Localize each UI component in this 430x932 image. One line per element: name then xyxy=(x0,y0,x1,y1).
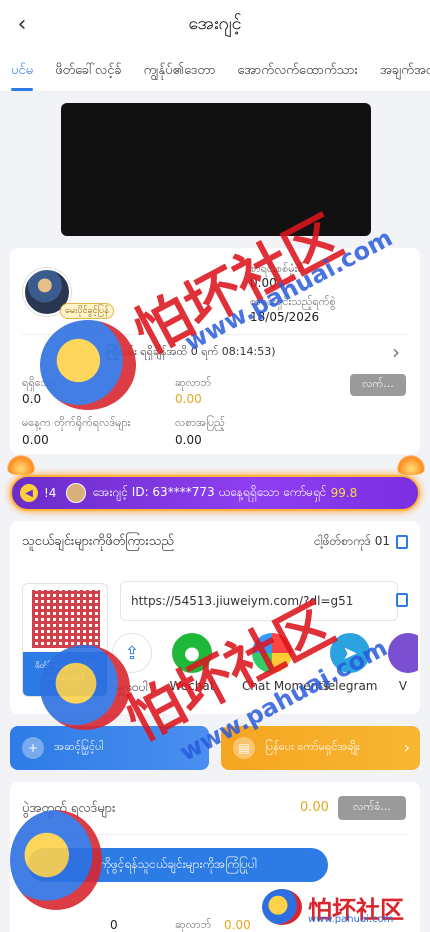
team-reward-value: 0.00 xyxy=(224,918,251,932)
tab-info[interactable]: အချက်အလက် xyxy=(369,48,430,91)
share-option-viber[interactable]: V xyxy=(388,633,418,693)
divider xyxy=(22,334,408,335)
stat-salary-label: လစာအပြည့် xyxy=(175,416,225,429)
back-arrow-icon[interactable]: ‹ xyxy=(10,10,34,38)
share-option-telegram[interactable]: ➤ Telegram xyxy=(320,633,380,693)
share-label: Wechat xyxy=(169,679,215,693)
chevron-right-icon: › xyxy=(403,738,410,757)
chevron-right-icon[interactable]: › xyxy=(392,340,400,364)
share-option-moments[interactable]: Chat Moments xyxy=(242,633,330,693)
invite-code-value: 01 xyxy=(374,534,390,548)
team-count: 0 xyxy=(110,918,118,932)
invite-code: ငါ့ဖိတ်စာကုဒ် 01 xyxy=(314,533,390,551)
page-title: အေးဂျင့် xyxy=(188,12,242,34)
share-option-share[interactable]: ⇪ မျှဝေပါ xyxy=(102,633,162,697)
settlement-date-label: စာရင်းရှင်းသည့်ရက်စွဲ xyxy=(250,295,336,308)
agent-card: မေးပိုင်ခွင့်ပြန် စာရင်းစစ်မှုံးစိ 0.00 … xyxy=(10,248,420,454)
settlement-date-value: 18/05/2026 xyxy=(250,310,320,324)
share-label: Chat Moments xyxy=(242,679,330,693)
stat-yesterday-value: 0.00 xyxy=(22,433,49,447)
team-title: ပွဲအတွက် ရလဒ်များ xyxy=(22,801,116,816)
ticket-icon: ▤ xyxy=(233,737,255,759)
share-label: V xyxy=(398,679,408,693)
tab-subordinates[interactable]: အောက်လက်ထောက်သား xyxy=(226,48,368,91)
moments-icon xyxy=(252,633,292,673)
team-value: 0.00 xyxy=(300,800,329,815)
stat-earned-label: ရရှိသော xyxy=(22,376,56,389)
ticker-prefix: !4 xyxy=(44,486,57,500)
megaphone-icon: ◀ xyxy=(20,484,38,502)
tab-my-data[interactable]: ကျွန်ုပ်၏ဒေတာ xyxy=(133,48,227,91)
vip-badge: မေးပိုင်ခွင့်ပြန် xyxy=(60,303,114,319)
team-reward-label: ဆုလာဘ် xyxy=(175,918,212,931)
qr-code xyxy=(32,590,100,648)
share-label: မျှဝေပါ xyxy=(116,680,148,694)
stat-reward-value: 0.00 xyxy=(175,392,202,406)
qr-code-box[interactable]: ဖိတ်ကြားချက်ကုဒ်ကို သိမ်းဆည်းပါ xyxy=(22,583,108,697)
copy-icon[interactable] xyxy=(396,535,408,549)
avatar xyxy=(66,483,87,503)
ticker-text: အေးဂျင့် ID: 63****773 ယနေ့ရရှိသော ကော်မ… xyxy=(92,485,327,499)
upgrade-button[interactable]: + အဆင့်မြှင့်ပါ xyxy=(10,726,209,770)
viber-icon xyxy=(388,633,418,673)
commission-ticker: ◀ !4 အေးဂျင့် ID: 63****773 ယနေ့ရရှိသော … xyxy=(10,475,420,511)
stat-salary-value: 0.00 xyxy=(175,433,202,447)
telegram-icon: ➤ xyxy=(330,633,370,673)
stat-reward-label: ဆုလာဘ် xyxy=(175,376,212,389)
qr-caption: ဖိတ်ကြားချက်ကုဒ်ကို သိမ်းဆည်းပါ xyxy=(23,652,107,696)
invite-code-label: ငါ့ဖိတ်စာကုဒ် xyxy=(313,534,371,548)
divider xyxy=(22,834,408,835)
invite-title: သူငယ်ချင်းများကိုဖိတ်ကြားသည် xyxy=(22,534,174,549)
claim-button[interactable]: လက်... xyxy=(350,374,406,396)
team-claim-button[interactable]: လက်ခံ... xyxy=(338,796,406,820)
flame-icon xyxy=(396,455,426,475)
logo-fish-icon xyxy=(262,889,302,925)
recommend-friends-button[interactable]: ကိုဖွင့်ရန်သူငယ်ချင်းများကိုအကြံပြုပါ xyxy=(28,848,328,882)
ticker-amount: 99.8 xyxy=(330,486,358,500)
stat-yesterday-label: မနေ့က တိုက်ရိုက်ရလဒ်များ xyxy=(22,416,131,429)
promo-video[interactable] xyxy=(61,103,371,236)
copy-icon[interactable] xyxy=(396,593,408,607)
account-type-value: 0.00 xyxy=(250,276,277,290)
share-option-wechat[interactable]: ● Wechat xyxy=(162,633,222,693)
tab-bar: ပင်မ ဖိတ်ခေါ်လင့်ခ် ကျွန်ုပ်၏ဒေတာ အောက်လ… xyxy=(0,48,430,92)
share-label: Telegram xyxy=(322,679,378,693)
commission-rate-label: ပြန်ပေး ကော်မရှင်အချိုး xyxy=(265,740,360,753)
brand-site: www.pahuai.com xyxy=(308,914,394,925)
add-user-icon: + xyxy=(22,737,44,759)
wechat-icon: ● xyxy=(172,633,212,673)
upgrade-button-label: အဆင့်မြှင့်ပါ xyxy=(54,740,104,753)
flame-icon xyxy=(6,455,36,475)
commission-rate-button[interactable]: ▤ ပြန်ပေး ကော်မရှင်အချိုး › xyxy=(221,726,420,770)
invite-card: သူငယ်ချင်းများကိုဖိတ်ကြားသည် ငါ့ဖိတ်စာကု… xyxy=(10,521,420,714)
invite-link-field[interactable]: https://54513.jiuweiym.com/?dl=g51 xyxy=(120,581,398,621)
top-bar: ‹ အေးဂျင့် xyxy=(0,0,430,48)
tab-invite-link[interactable]: ဖိတ်ခေါ်လင့်ခ် xyxy=(44,48,133,91)
brand-logo: 怕坏社区 www.pahuai.com xyxy=(262,884,430,930)
countdown-text: ကြိုးပမ်း ရရှိချိန်အထိ 0 ရက် 08:14:53) xyxy=(106,345,276,358)
tab-home[interactable]: ပင်မ xyxy=(0,48,44,91)
share-icon: ⇪ xyxy=(112,633,152,673)
stat-earned-value: 0.0 xyxy=(22,392,42,406)
